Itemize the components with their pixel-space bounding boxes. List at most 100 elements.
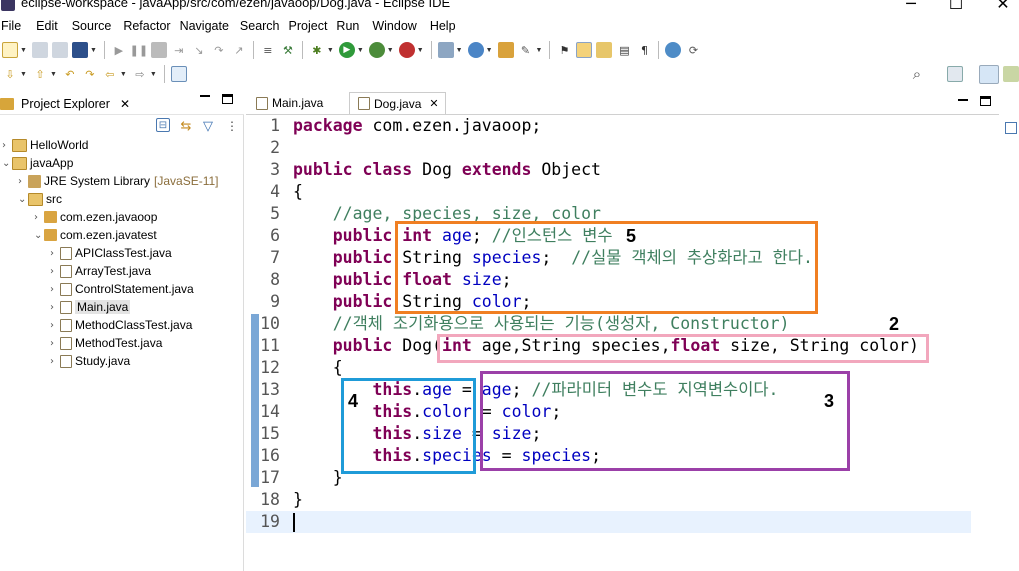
tree-item-file[interactable]: › MethodClassTest.java: [50, 316, 192, 334]
chevron-down-icon[interactable]: ⌄: [2, 158, 12, 169]
menu-source[interactable]: Source: [72, 19, 121, 38]
toggle-block-selection-icon[interactable]: [596, 42, 613, 58]
chevron-down-icon[interactable]: ▼: [327, 47, 334, 54]
maximize-editor-icon[interactable]: [980, 96, 991, 106]
tree-item-package-javaoop[interactable]: › com.ezen.javaoop: [34, 208, 157, 226]
chevron-down-icon[interactable]: ▼: [456, 47, 463, 54]
tree-item-file-selected[interactable]: › Main.java: [50, 298, 134, 316]
tree-item-file[interactable]: › ArrayTest.java: [50, 262, 151, 280]
chevron-right-icon[interactable]: ›: [50, 356, 60, 367]
close-icon[interactable]: ✕: [429, 97, 438, 110]
use-step-filters-icon[interactable]: ⚒: [280, 42, 296, 58]
resume-icon[interactable]: ▶: [111, 42, 127, 58]
run-icon[interactable]: ▶: [338, 42, 355, 58]
suspend-icon[interactable]: ❚❚: [130, 42, 148, 58]
tree-item-file[interactable]: › ControlStatement.java: [50, 280, 194, 298]
code-line[interactable]: 4{: [246, 181, 971, 203]
maximize-view-icon[interactable]: [222, 94, 233, 104]
save-icon[interactable]: [31, 42, 48, 58]
tree-item-package-javatest[interactable]: ⌄ com.ezen.javatest: [34, 226, 157, 244]
chevron-right-icon[interactable]: ›: [18, 176, 28, 187]
menu-edit[interactable]: Edit: [36, 19, 67, 38]
chevron-right-icon[interactable]: ›: [50, 248, 60, 259]
code-line[interactable]: 10 //객체 조기화용으로 사용되는 기능(생성자, Constructor): [246, 313, 971, 335]
chevron-down-icon[interactable]: ▼: [536, 47, 543, 54]
new-java-project-icon[interactable]: [437, 42, 454, 58]
show-whitespace-icon[interactable]: ▤: [616, 42, 632, 58]
code-line[interactable]: 3 public class Dog extends Object: [246, 159, 971, 181]
step-into-icon[interactable]: ↘: [191, 42, 207, 58]
skip-breakpoints-icon[interactable]: ≡: [260, 42, 276, 58]
step-return-icon[interactable]: ↗: [231, 42, 247, 58]
collapse-all-icon[interactable]: ⊟: [156, 118, 170, 132]
link-with-editor-icon[interactable]: ⇆: [178, 118, 194, 134]
tree-item-file[interactable]: › Study.java: [50, 352, 130, 370]
last-edit-location-icon[interactable]: ↶: [62, 66, 78, 82]
chevron-down-icon[interactable]: ▼: [417, 47, 424, 54]
tree-item-javaapp[interactable]: ⌄ javaApp: [2, 154, 73, 172]
new-java-class-icon[interactable]: [467, 42, 484, 58]
tree-item-file[interactable]: › APIClassTest.java: [50, 244, 172, 262]
forward-history-icon[interactable]: ↷: [82, 66, 98, 82]
coverage-icon[interactable]: [368, 42, 385, 58]
menu-refactor[interactable]: Refactor: [123, 19, 179, 38]
previous-annotation-icon[interactable]: ⇧: [32, 66, 48, 82]
code-line[interactable]: 1 package com.ezen.javaoop;: [246, 115, 971, 137]
tree-item-helloworld[interactable]: › HelloWorld: [2, 136, 88, 154]
search-icon[interactable]: ⌕: [909, 65, 925, 83]
minimize-editor-icon[interactable]: [958, 99, 968, 101]
chevron-right-icon[interactable]: ›: [50, 284, 60, 295]
open-perspective-icon[interactable]: [947, 66, 963, 82]
web-browser-icon[interactable]: [665, 42, 682, 58]
search-replace-icon[interactable]: ⟳: [685, 42, 701, 58]
chevron-right-icon[interactable]: ›: [50, 266, 60, 277]
menu-window[interactable]: Window: [372, 19, 425, 38]
terminate-icon[interactable]: [150, 42, 167, 58]
view-menu-icon[interactable]: ⋮: [224, 118, 240, 134]
step-over-icon[interactable]: ↷: [211, 42, 227, 58]
chevron-right-icon[interactable]: ›: [50, 302, 60, 313]
tree-item-src[interactable]: ⌄ src: [18, 190, 62, 208]
disconnect-icon[interactable]: ⇥: [171, 42, 187, 58]
chevron-down-icon[interactable]: ▼: [357, 47, 364, 54]
chevron-down-icon[interactable]: ▼: [150, 71, 157, 78]
chevron-down-icon[interactable]: ▼: [120, 71, 127, 78]
menu-project[interactable]: Project: [289, 19, 337, 38]
chevron-right-icon[interactable]: ›: [2, 140, 12, 151]
menu-search[interactable]: Search: [240, 19, 289, 38]
new-icon[interactable]: [2, 42, 18, 58]
chevron-down-icon[interactable]: ▼: [20, 71, 27, 78]
filter-icon[interactable]: ▽: [200, 118, 216, 134]
chevron-right-icon[interactable]: ›: [34, 212, 44, 223]
pin-editor-icon[interactable]: [170, 66, 187, 82]
tab-main-java[interactable]: Main.java: [248, 92, 331, 114]
chevron-down-icon[interactable]: ▼: [486, 47, 493, 54]
open-task-icon[interactable]: ✎: [518, 42, 534, 58]
toggle-breadcrumb-icon[interactable]: ⚑: [556, 42, 572, 58]
menu-navigate[interactable]: Navigate: [180, 19, 238, 38]
project-explorer-tab[interactable]: Project Explorer ✕: [0, 93, 130, 115]
minimize-icon[interactable]: ─: [901, 0, 921, 13]
forward-icon[interactable]: ⇨: [132, 66, 148, 82]
chevron-down-icon[interactable]: ⌄: [34, 230, 44, 241]
save-all-icon[interactable]: [51, 42, 68, 58]
chevron-down-icon[interactable]: ▼: [387, 47, 394, 54]
maximize-icon[interactable]: ☐: [946, 0, 966, 13]
code-line[interactable]: 19: [246, 511, 971, 533]
external-tools-icon[interactable]: [398, 42, 415, 58]
chevron-down-icon[interactable]: ⌄: [18, 194, 28, 205]
tab-dog-java[interactable]: Dog.java ✕: [349, 92, 446, 114]
next-annotation-icon[interactable]: ⇩: [2, 66, 18, 82]
open-type-icon[interactable]: [497, 42, 514, 58]
chevron-down-icon[interactable]: ▼: [20, 47, 27, 54]
mark-occurrences-icon[interactable]: [576, 42, 593, 58]
menu-help[interactable]: Help: [430, 19, 465, 38]
console-icon[interactable]: [71, 42, 88, 58]
debug-icon[interactable]: ✱: [309, 42, 325, 58]
chevron-down-icon[interactable]: ▼: [90, 47, 97, 54]
menu-file[interactable]: File: [1, 19, 30, 38]
code-line[interactable]: 2: [246, 137, 971, 159]
chevron-right-icon[interactable]: ›: [50, 320, 60, 331]
back-icon[interactable]: ⇦: [102, 66, 118, 82]
outline-icon[interactable]: [1005, 122, 1017, 134]
